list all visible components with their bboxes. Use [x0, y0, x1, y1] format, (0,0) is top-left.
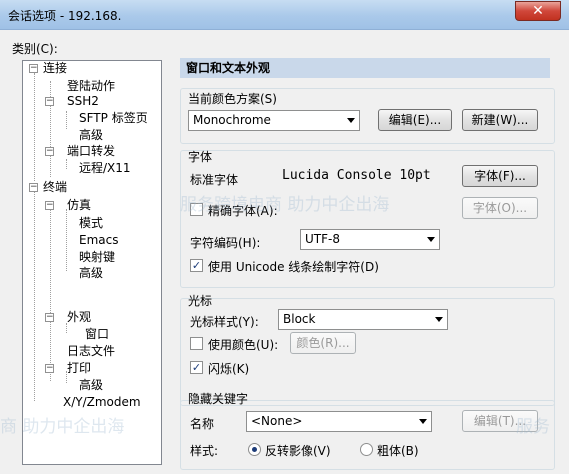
cursor-section-title: 光标	[188, 294, 213, 308]
collapse-icon[interactable]: −	[45, 147, 54, 156]
category-label: 类别(C):	[12, 42, 58, 56]
session-options-dialog: 类别(C): − 连接 登陆动作 − SSH2 SFTP 标签页 高级 − 端口…	[0, 30, 569, 474]
tree-line	[66, 159, 67, 169]
blink-checkbox[interactable]: ✓	[190, 361, 203, 374]
collapse-icon[interactable]: −	[45, 201, 54, 210]
keyword-name-value: <None>	[251, 414, 303, 428]
tree-line	[34, 189, 35, 401]
tree-item-mapped-keys[interactable]: 映射键	[79, 250, 115, 265]
collapse-icon[interactable]: −	[45, 97, 54, 106]
precise-font-button[interactable]: 字体(O)...	[462, 197, 538, 219]
collapse-icon[interactable]: −	[45, 313, 54, 322]
reverse-video-radio[interactable]	[248, 443, 261, 456]
font-section-title: 字体	[188, 150, 213, 164]
tree-line	[50, 201, 51, 381]
category-tree[interactable]: − 连接 登陆动作 − SSH2 SFTP 标签页 高级 − 端口转发 远程/X…	[22, 60, 162, 465]
precise-font-checkbox[interactable]	[190, 203, 203, 216]
cursor-style-select[interactable]: Block	[278, 309, 448, 330]
tree-item-remote-x11[interactable]: 远程/X11	[79, 161, 131, 176]
tree-item-advanced[interactable]: 高级	[79, 378, 103, 393]
tree-item-appearance[interactable]: 外观	[67, 310, 91, 325]
use-color-label: 使用颜色(U):	[208, 338, 279, 352]
bold-label: 粗体(B)	[377, 444, 419, 458]
tree-item-log-file[interactable]: 日志文件	[67, 344, 115, 359]
tree-line	[66, 209, 67, 271]
color-scheme-select[interactable]: Monochrome	[188, 110, 360, 131]
tree-item-printing[interactable]: 打印	[67, 361, 91, 376]
close-icon: ✕	[532, 3, 544, 19]
tree-item-window[interactable]: 窗口	[85, 327, 109, 342]
tree-item-modes[interactable]: 模式	[79, 216, 103, 231]
normal-font-value: Lucida Console 10pt	[282, 168, 431, 183]
precise-font-label: 精确字体(A):	[208, 204, 278, 218]
tree-item-sftp-tab[interactable]: SFTP 标签页	[79, 111, 148, 126]
cursor-style-label: 光标样式(Y):	[190, 315, 259, 329]
blink-label: 闪烁(K)	[208, 362, 250, 376]
collapse-icon[interactable]: −	[29, 64, 38, 73]
tree-item-emacs[interactable]: Emacs	[79, 233, 118, 248]
bold-radio[interactable]	[360, 443, 373, 456]
encoding-label: 字符编码(H):	[190, 236, 261, 250]
tree-item-advanced[interactable]: 高级	[79, 128, 103, 143]
new-scheme-button[interactable]: 新建(W)...	[462, 109, 538, 131]
collapse-icon[interactable]: −	[45, 364, 54, 373]
tree-item-xymodem[interactable]: X/Y/Zmodem	[63, 395, 141, 410]
close-button[interactable]: ✕	[515, 1, 561, 21]
edit-keyword-button[interactable]: 编辑(T)...	[462, 410, 538, 432]
tree-item-port-forwarding[interactable]: 端口转发	[67, 144, 115, 159]
encoding-value: UTF-8	[305, 232, 340, 246]
title-bar: 会话选项 - 192.168. ✕	[0, 0, 569, 30]
tree-item-login-actions[interactable]: 登陆动作	[67, 79, 115, 94]
chevron-down-icon	[435, 317, 443, 322]
style-label: 样式:	[190, 444, 219, 458]
tree-item-terminal[interactable]: 终端	[43, 180, 67, 195]
cursor-color-button[interactable]: 颜色(R)...	[290, 332, 356, 354]
keyword-name-select[interactable]: <None>	[246, 411, 432, 432]
font-button[interactable]: 字体(F)...	[462, 165, 538, 187]
tree-item-ssh2[interactable]: SSH2	[67, 94, 99, 109]
tree-item-advanced[interactable]: 高级	[79, 266, 103, 281]
cursor-style-value: Block	[283, 312, 316, 326]
panel-title: 窗口和文本外观	[180, 58, 550, 78]
encoding-select[interactable]: UTF-8	[300, 229, 440, 250]
color-scheme-label: 当前颜色方案(S)	[188, 92, 277, 106]
use-color-checkbox[interactable]	[190, 337, 203, 350]
edit-scheme-button[interactable]: 编辑(E)...	[378, 109, 452, 131]
tree-line	[34, 73, 35, 181]
tree-item-connection[interactable]: 连接	[43, 61, 67, 76]
chevron-down-icon	[419, 419, 427, 424]
chevron-down-icon	[427, 237, 435, 242]
keyword-name-label: 名称	[190, 417, 215, 431]
tree-item-emulation[interactable]: 仿真	[67, 198, 91, 213]
tree-line	[66, 111, 67, 129]
window-title: 会话选项 - 192.168.	[8, 9, 122, 23]
unicode-line-label: 使用 Unicode 线条绘制字符(D)	[208, 260, 379, 274]
color-scheme-value: Monochrome	[193, 113, 271, 127]
reverse-video-label: 反转影像(V)	[265, 444, 331, 458]
unicode-line-checkbox[interactable]: ✓	[190, 259, 203, 272]
collapse-icon[interactable]: −	[29, 183, 38, 192]
chevron-down-icon	[347, 118, 355, 123]
keyword-section-title: 隐藏关键字	[188, 392, 249, 406]
normal-font-label: 标准字体	[190, 173, 239, 187]
